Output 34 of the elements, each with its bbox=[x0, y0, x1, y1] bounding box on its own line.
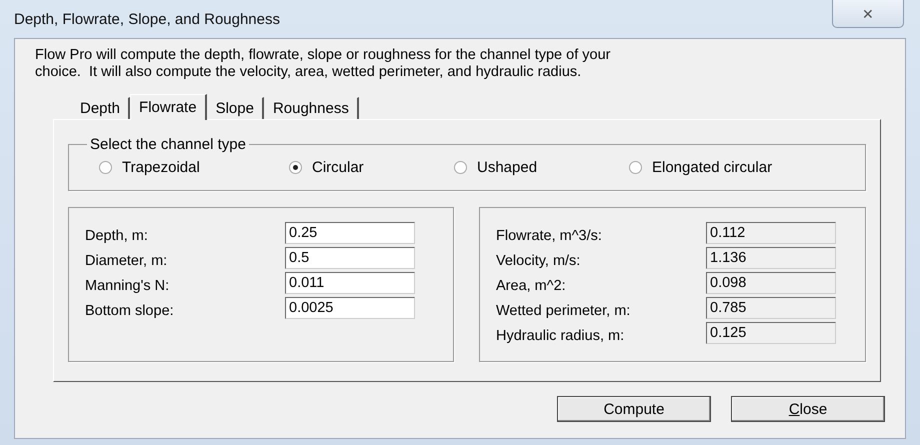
radio-option[interactable]: Trapezoidal bbox=[99, 159, 289, 176]
field-label: Diameter, m: bbox=[85, 253, 168, 269]
field-label: Hydraulic radius, m: bbox=[496, 328, 626, 344]
radio-icon[interactable] bbox=[99, 161, 112, 174]
field-label: Area, m^2: bbox=[496, 278, 567, 294]
close-button[interactable]: ✕ bbox=[832, 0, 904, 28]
field-label: Manning's N: bbox=[85, 278, 170, 294]
input-field[interactable]: 0.25 bbox=[285, 222, 415, 244]
field-label: Depth, m: bbox=[85, 228, 149, 244]
dialog-button[interactable]: Compute bbox=[557, 396, 711, 422]
radio-icon[interactable] bbox=[454, 161, 467, 174]
output-field[interactable]: 0.112 bbox=[706, 222, 836, 244]
description-text: Flow Pro will compute the depth, flowrate, slope or roughness for the channel type of your bbox=[35, 47, 612, 64]
field-label: Velocity, m/s: bbox=[496, 253, 582, 269]
field-label: Wetted perimeter, m: bbox=[496, 303, 632, 319]
output-field[interactable]: 0.098 bbox=[706, 272, 836, 294]
input-field[interactable]: 0.5 bbox=[285, 247, 415, 269]
output-field[interactable]: 1.136 bbox=[706, 247, 836, 269]
field-label: Bottom slope: bbox=[85, 303, 175, 319]
description-text: choice. It will also compute the velocity, area, wetted perimeter, and hydraulic radius. bbox=[35, 64, 582, 81]
window-title: Depth, Flowrate, Slope, and Roughness bbox=[14, 10, 280, 28]
radio-option[interactable]: Circular bbox=[289, 159, 454, 176]
tab[interactable]: Flowrate bbox=[130, 94, 207, 120]
input-field[interactable]: 0.0025 bbox=[285, 297, 415, 319]
input-field[interactable]: 0.011 bbox=[285, 272, 415, 294]
field-label: Flowrate, m^3/s: bbox=[496, 228, 603, 244]
output-field[interactable]: 0.785 bbox=[706, 297, 836, 319]
dialog-button[interactable]: Close bbox=[731, 396, 885, 422]
radio-option[interactable]: Ushaped bbox=[454, 159, 629, 176]
radio-icon[interactable] bbox=[629, 161, 642, 174]
radio-icon[interactable] bbox=[289, 161, 302, 174]
output-field[interactable]: 0.125 bbox=[706, 322, 836, 344]
radio-option[interactable]: Elongated circular bbox=[629, 159, 849, 176]
group-legend: Select the channel type bbox=[87, 136, 249, 153]
